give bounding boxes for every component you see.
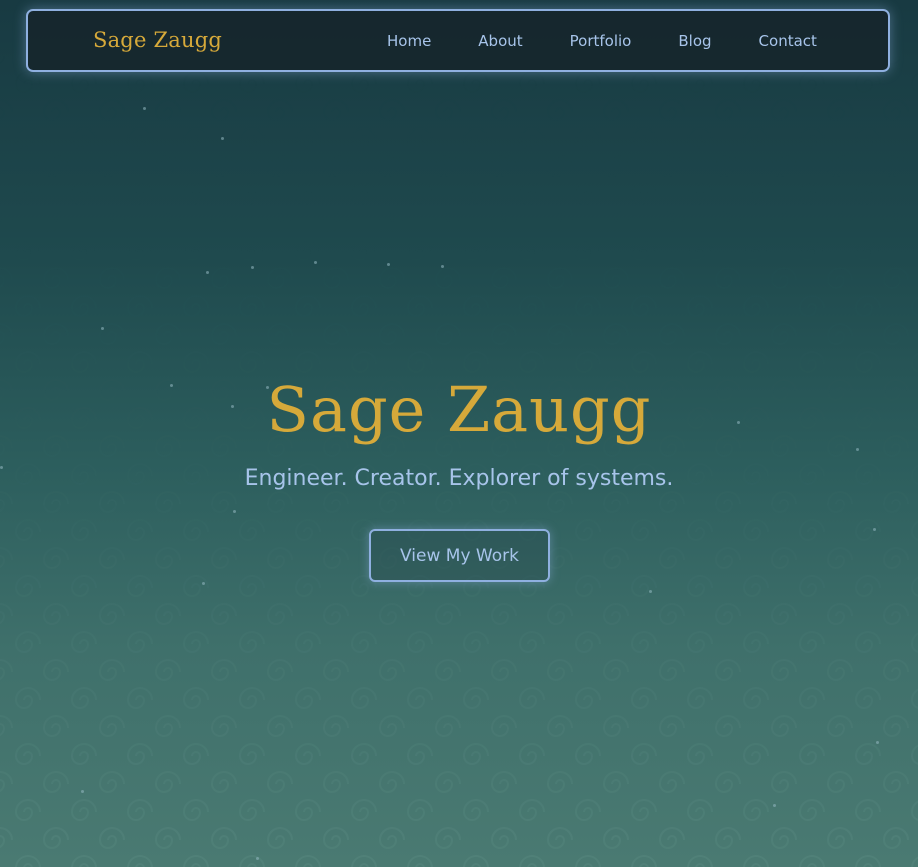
star (773, 804, 776, 807)
star (876, 741, 879, 744)
star (256, 857, 259, 860)
nav-link-contact[interactable]: Contact (759, 32, 817, 50)
star (649, 590, 652, 593)
star (233, 510, 236, 513)
star (202, 582, 205, 585)
brand-logo[interactable]: Sage Zaugg (93, 28, 222, 52)
star (441, 265, 444, 268)
nav-link-blog[interactable]: Blog (678, 32, 711, 50)
view-my-work-button[interactable]: View My Work (369, 529, 550, 582)
nav-link-portfolio[interactable]: Portfolio (570, 32, 632, 50)
hero-tagline: Engineer. Creator. Explorer of systems. (244, 466, 674, 491)
star (81, 790, 84, 793)
star (387, 263, 390, 266)
hero-title: Sage Zaugg (266, 373, 652, 446)
star (856, 448, 859, 451)
nav-link-home[interactable]: Home (387, 32, 431, 50)
top-navbar: Sage Zaugg Home About Portfolio Blog Con… (26, 9, 890, 72)
star (873, 528, 876, 531)
star (206, 271, 209, 274)
nav-link-about[interactable]: About (478, 32, 522, 50)
star (221, 137, 224, 140)
star (143, 107, 146, 110)
star (251, 266, 254, 269)
nav-links: Home About Portfolio Blog Contact (387, 11, 817, 70)
star (314, 261, 317, 264)
star (101, 327, 104, 330)
